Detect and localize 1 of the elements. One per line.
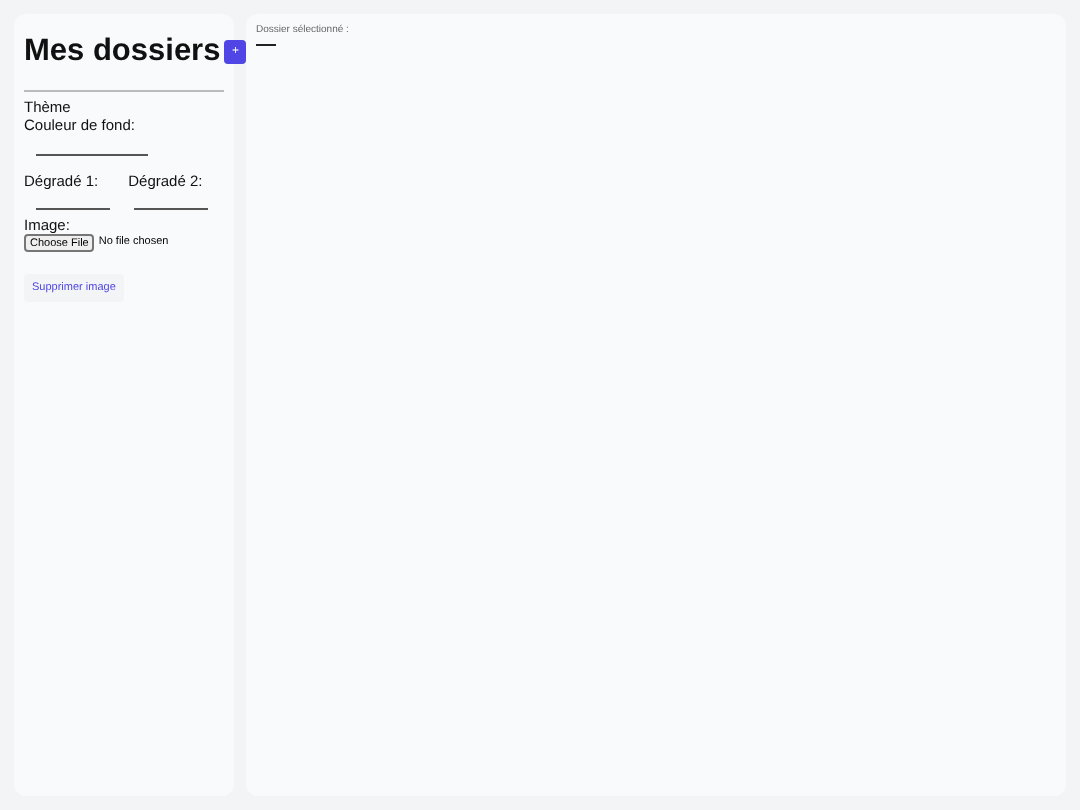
sidebar-title: Mes dossiers <box>24 32 221 72</box>
